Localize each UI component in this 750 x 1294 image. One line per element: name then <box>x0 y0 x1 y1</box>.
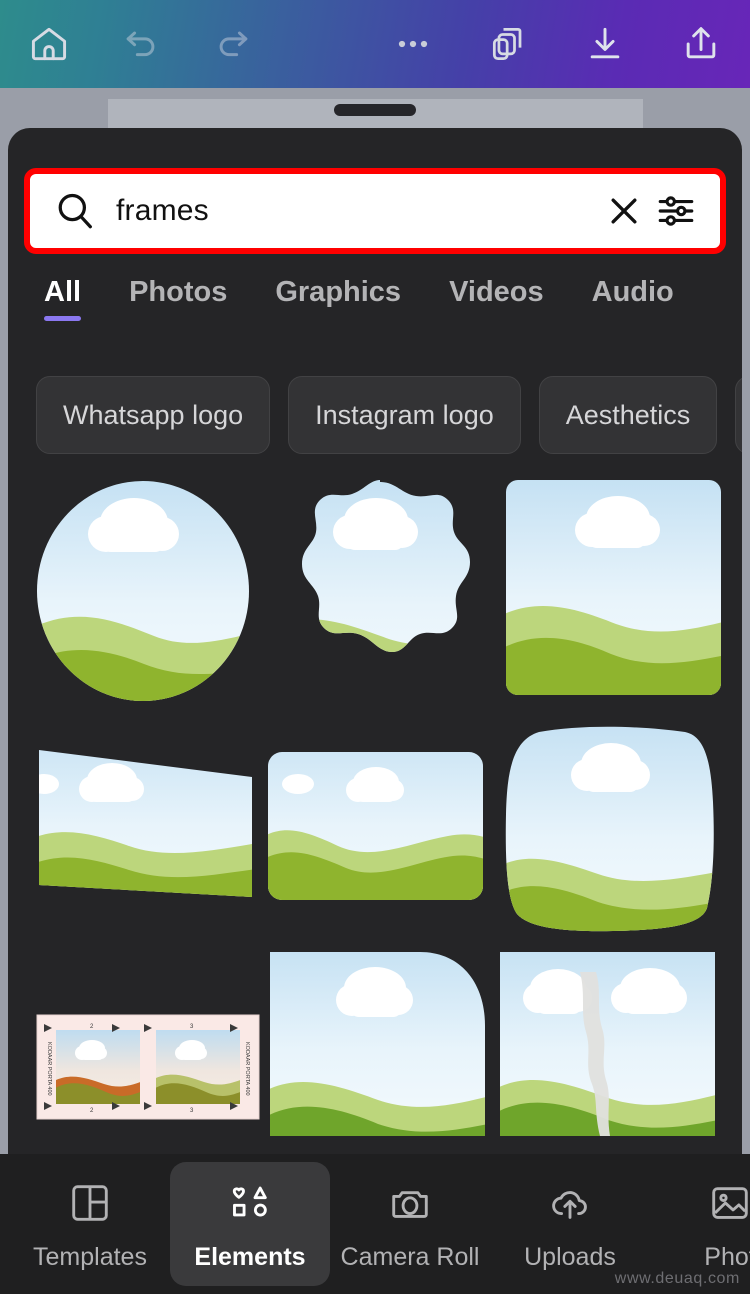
search-icon <box>52 188 98 234</box>
chip-whatsapp-logo[interactable]: Whatsapp logo <box>36 376 270 454</box>
camera-icon <box>387 1177 433 1229</box>
pages-icon[interactable] <box>476 11 542 77</box>
more-options-icon[interactable] <box>380 11 446 77</box>
svg-text:KODAAR PORTA 400: KODAAR PORTA 400 <box>244 1042 250 1096</box>
frame-organic-square[interactable] <box>503 722 718 934</box>
site-watermark: www.deuaq.com <box>615 1270 740 1288</box>
search-input[interactable] <box>116 194 598 228</box>
undo-icon[interactable] <box>108 11 174 77</box>
tab-graphics[interactable]: Graphics <box>275 276 401 321</box>
toolbar-left-group <box>0 11 266 77</box>
nav-uploads[interactable]: Uploads <box>490 1162 650 1286</box>
nav-label-templates: Templates <box>33 1243 147 1272</box>
tab-audio[interactable]: Audio <box>592 276 674 321</box>
nav-elements[interactable]: Elements <box>170 1162 330 1286</box>
chip-aesthetics[interactable]: Aesthetics <box>539 376 718 454</box>
top-toolbar <box>0 0 750 88</box>
frame-arch[interactable] <box>270 946 488 1136</box>
toolbar-right-group <box>380 11 750 77</box>
frame-skewed[interactable] <box>34 722 256 912</box>
category-tabs: All Photos Graphics Videos Audio <box>8 276 742 344</box>
redo-icon[interactable] <box>200 11 266 77</box>
tab-all[interactable]: All <box>44 276 81 321</box>
nav-label-camera-roll: Camera Roll <box>341 1243 480 1272</box>
photos-icon <box>707 1177 750 1229</box>
nav-label-photos: Phot <box>704 1243 750 1272</box>
panel-drag-handle[interactable] <box>334 104 416 116</box>
chip-partial[interactable]: C <box>735 376 742 454</box>
nav-templates[interactable]: Templates <box>10 1162 170 1286</box>
canva-editor-screen: All Photos Graphics Videos Audio Whatsap… <box>0 0 750 1294</box>
results-row-1 <box>34 480 716 710</box>
download-icon[interactable] <box>572 11 638 77</box>
upload-cloud-icon <box>547 1177 593 1229</box>
chip-instagram-logo[interactable]: Instagram logo <box>288 376 521 454</box>
nav-label-uploads: Uploads <box>524 1243 616 1272</box>
share-icon[interactable] <box>668 11 734 77</box>
tab-videos[interactable]: Videos <box>449 276 544 321</box>
svg-text:KODAAR PORTA 400: KODAAR PORTA 400 <box>46 1042 52 1096</box>
nav-camera-roll[interactable]: Camera Roll <box>330 1162 490 1286</box>
tab-photos[interactable]: Photos <box>129 276 227 321</box>
elements-icon <box>227 1177 273 1229</box>
nav-label-elements: Elements <box>194 1243 305 1272</box>
filter-icon[interactable] <box>650 185 702 237</box>
nav-photos[interactable]: Phot <box>650 1162 750 1286</box>
results-row-3: 2 3 2 3 KODAAR PORTA 400 KODAAR PORTA 40… <box>34 946 716 1136</box>
templates-icon <box>67 1177 113 1229</box>
elements-panel: All Photos Graphics Videos Audio Whatsap… <box>8 128 742 1154</box>
suggestion-chips: Whatsapp logo Instagram logo Aesthetics … <box>8 376 742 456</box>
frame-circle[interactable] <box>34 480 252 702</box>
frame-results-grid: 2 3 2 3 KODAAR PORTA 400 KODAAR PORTA 40… <box>8 480 742 1154</box>
frame-rounded-landscape[interactable] <box>268 722 483 912</box>
frame-rounded-portrait[interactable] <box>506 480 721 695</box>
frame-filmstrip[interactable]: 2 3 2 3 KODAAR PORTA 400 KODAAR PORTA 40… <box>34 946 262 1136</box>
frame-torn-paper[interactable] <box>500 946 715 1136</box>
frame-scalloped[interactable] <box>268 480 492 710</box>
results-row-2 <box>34 722 716 934</box>
search-bar[interactable] <box>24 168 726 254</box>
home-icon[interactable] <box>16 11 82 77</box>
clear-search-icon[interactable] <box>598 185 650 237</box>
